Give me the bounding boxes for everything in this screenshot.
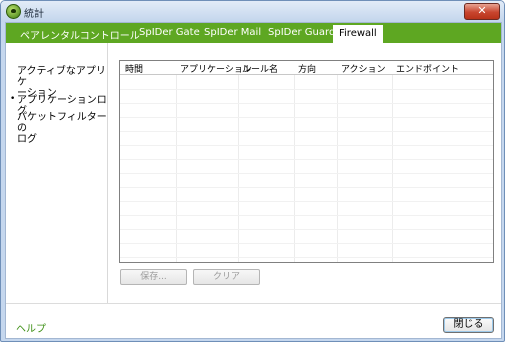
row-divider — [120, 229, 493, 230]
sidebar-divider — [107, 43, 108, 303]
window-title: 統計 — [24, 9, 44, 20]
window-close-button[interactable]: ✕ — [464, 3, 500, 20]
save-button[interactable]: 保存... — [120, 269, 187, 285]
row-divider — [120, 187, 493, 188]
log-table[interactable]: 時間 アプリケーション ルール名 方向 アクション エンドポイント — [119, 60, 494, 263]
sidebar: アクティブなアプリケ ーション • アプリケーションログ パケットフィルターの … — [6, 43, 107, 303]
row-divider — [120, 103, 493, 104]
column-header-endpoint[interactable]: エンドポイント — [396, 62, 459, 75]
tab-spider-gate[interactable]: SpIDer Gate — [139, 27, 200, 38]
column-divider — [392, 61, 393, 262]
selected-bullet-icon: • — [10, 94, 16, 104]
tab-firewall[interactable]: Firewall — [333, 25, 383, 43]
footer-divider — [6, 303, 501, 304]
row-divider — [120, 131, 493, 132]
tab-parental-control[interactable]: ペアレンタルコントロール — [20, 27, 140, 42]
tab-spider-mail[interactable]: SpIDer Mail — [204, 27, 261, 38]
sidebar-item-label: アクティブなアプリケ — [17, 66, 106, 88]
statistics-window: 統計 ✕ ペアレンタルコントロール SpIDer Gate SpIDer Mai… — [0, 0, 505, 342]
row-divider — [120, 201, 493, 202]
row-divider — [120, 117, 493, 118]
column-header-action[interactable]: アクション — [341, 62, 386, 75]
close-button[interactable]: 閉じる — [443, 317, 494, 333]
clear-button[interactable]: クリア — [193, 269, 260, 285]
column-divider — [238, 61, 239, 262]
column-divider — [176, 61, 177, 262]
help-link[interactable]: ヘルプ — [16, 320, 46, 335]
sidebar-item-label: パケットフィルターの — [17, 112, 107, 134]
row-divider — [120, 159, 493, 160]
spider-app-icon — [6, 4, 21, 19]
table-header: 時間 アプリケーション ルール名 方向 アクション エンドポイント — [120, 61, 493, 75]
column-header-rule-name[interactable]: ルール名 — [242, 62, 278, 75]
row-divider — [120, 89, 493, 90]
column-divider — [337, 61, 338, 262]
row-divider — [120, 173, 493, 174]
tab-bar: ペアレンタルコントロール SpIDer Gate SpIDer Mail SpI… — [6, 23, 501, 43]
column-header-time[interactable]: 時間 — [125, 62, 143, 75]
row-divider — [120, 257, 493, 258]
row-divider — [120, 243, 493, 244]
column-divider — [294, 61, 295, 262]
title-bar[interactable]: 統計 ✕ — [1, 1, 504, 22]
content-area: ペアレンタルコントロール SpIDer Gate SpIDer Mail SpI… — [5, 22, 502, 339]
sidebar-item-label: ログ — [17, 134, 37, 145]
row-divider — [120, 215, 493, 216]
row-divider — [120, 145, 493, 146]
tab-spider-guard[interactable]: SpIDer Guard — [268, 27, 335, 38]
sidebar-item-packet-filter-log[interactable]: パケットフィルターの ログ — [17, 112, 107, 145]
column-header-direction[interactable]: 方向 — [298, 62, 316, 75]
